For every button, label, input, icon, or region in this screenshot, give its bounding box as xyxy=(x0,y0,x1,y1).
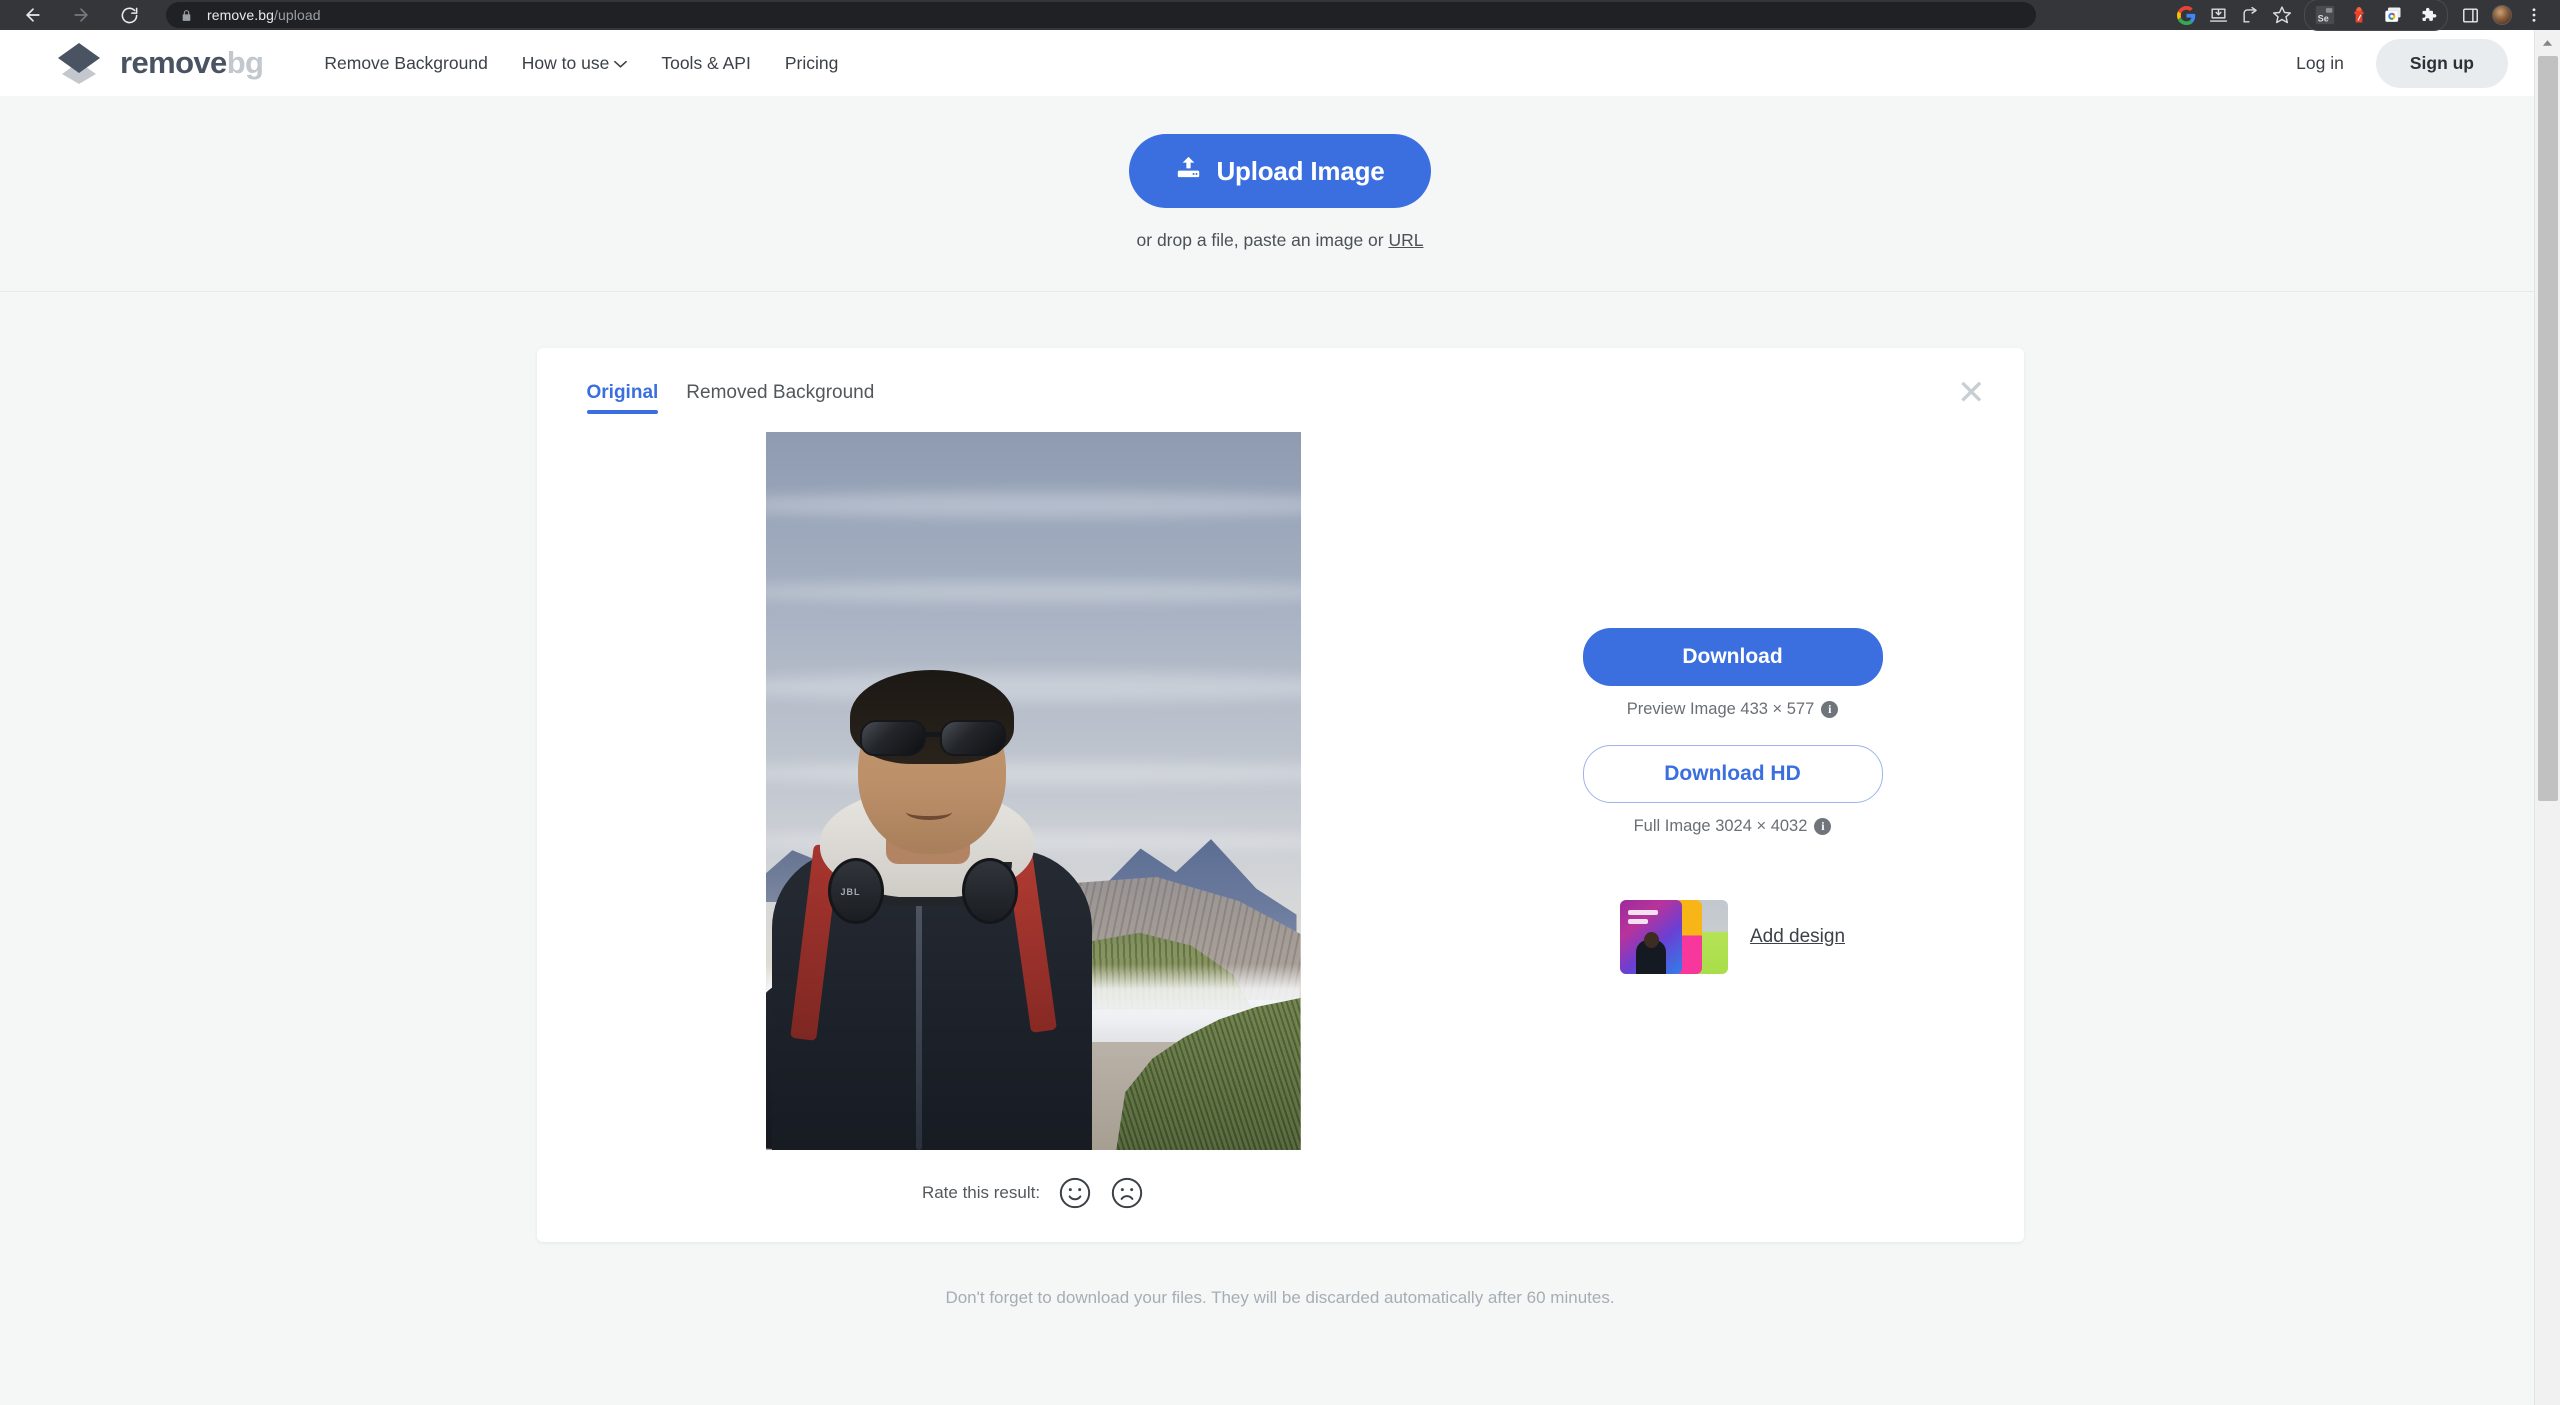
jacket-zipper xyxy=(915,900,922,1150)
tab-original[interactable]: Original xyxy=(586,382,658,414)
sad-face-icon[interactable] xyxy=(1110,1176,1144,1210)
lock-icon xyxy=(180,8,193,23)
nav-label: Tools & API xyxy=(661,52,751,73)
remove-bg-diamond-logo xyxy=(52,40,106,86)
forward-arrow-icon xyxy=(71,5,91,25)
url-host: remove.bg xyxy=(207,7,275,23)
nav-label: Pricing xyxy=(784,52,839,73)
url-text: remove.bg/upload xyxy=(207,7,321,23)
download-hd-button[interactable]: Download HD xyxy=(1582,745,1883,803)
main-navigation: Remove Background How to use Tools & API… xyxy=(307,53,855,74)
site-logo[interactable]: removebg xyxy=(52,40,264,86)
forward-button[interactable] xyxy=(58,1,104,29)
cloud-band xyxy=(765,492,1301,518)
site-header: removebg Remove Background How to use To… xyxy=(0,30,2560,96)
selenium-extension-icon[interactable]: Se xyxy=(2309,1,2341,29)
full-image-meta: Full Image 3024 × 4032 i xyxy=(1634,817,1832,836)
preview-column: JBL Rate this result: xyxy=(581,432,1486,1216)
nav-label: How to use xyxy=(521,52,610,73)
nav-item-how-to-use[interactable]: How to use xyxy=(505,53,645,74)
lens-right xyxy=(939,720,1006,756)
reload-icon xyxy=(120,6,139,25)
logo-text: removebg xyxy=(120,45,264,81)
svg-text:Se: Se xyxy=(2318,13,2329,23)
headphone-cup-left: JBL xyxy=(827,858,884,924)
drop-hint: or drop a file, paste an image or URL xyxy=(0,230,2560,251)
original-image-preview[interactable]: JBL xyxy=(765,432,1301,1150)
postman-extension-icon[interactable] xyxy=(2343,1,2375,29)
upload-image-button[interactable]: Upload Image xyxy=(1129,134,1431,208)
header-actions: Log in Sign up xyxy=(2274,38,2508,88)
extensions-puzzle-icon[interactable] xyxy=(2411,1,2443,29)
design-text-line xyxy=(1627,910,1658,915)
upload-button-label: Upload Image xyxy=(1216,155,1385,186)
result-tabs: Original Removed Background xyxy=(581,382,1980,414)
design-person-head xyxy=(1643,932,1659,948)
extensions-group: Se xyxy=(2304,0,2448,31)
add-design-link[interactable]: Add design xyxy=(1750,926,1845,948)
address-bar[interactable]: remove.bg/upload xyxy=(166,2,2036,28)
download-button[interactable]: Download xyxy=(1582,628,1883,686)
cloud-band xyxy=(765,672,1301,702)
result-card-body: JBL Rate this result: Download Preview I… xyxy=(581,432,1980,1216)
login-link[interactable]: Log in xyxy=(2274,53,2366,74)
url-path: /upload xyxy=(274,7,321,23)
back-arrow-icon xyxy=(23,5,43,25)
sunglasses-icon xyxy=(858,720,1008,758)
full-meta-text: Full Image 3024 × 4032 xyxy=(1633,817,1808,835)
design-text-line xyxy=(1627,919,1648,924)
avatar xyxy=(2492,5,2512,25)
mouth xyxy=(905,804,952,820)
rate-result-row: Rate this result: xyxy=(922,1176,1144,1216)
info-icon[interactable]: i xyxy=(1814,818,1832,835)
reload-button[interactable] xyxy=(106,1,152,29)
result-card: ✕ Original Removed Background JBL Rate t… xyxy=(536,348,2024,1242)
design-templates-thumbnail xyxy=(1619,900,1732,974)
headphone-brand-label: JBL xyxy=(840,887,861,897)
logo-text-primary: remove xyxy=(120,45,227,80)
scrollbar-thumb[interactable] xyxy=(2538,56,2558,801)
close-icon[interactable]: ✕ xyxy=(1957,376,1986,410)
page-scrollbar[interactable] xyxy=(2534,30,2560,1405)
scroll-up-arrow-icon[interactable] xyxy=(2535,30,2560,56)
upload-icon xyxy=(1175,154,1202,188)
info-icon[interactable]: i xyxy=(1821,701,1839,718)
tab-removed-background[interactable]: Removed Background xyxy=(686,382,874,414)
chrome-photos-extension-icon[interactable] xyxy=(2377,1,2409,29)
signup-button[interactable]: Sign up xyxy=(2375,38,2508,88)
downloads-icon[interactable] xyxy=(2202,1,2234,29)
bookmark-star-icon[interactable] xyxy=(2266,1,2298,29)
nav-label: Remove Background xyxy=(324,52,488,73)
headphone-cup-right xyxy=(961,858,1018,924)
side-panel-icon[interactable] xyxy=(2454,1,2486,29)
nav-item-tools-api[interactable]: Tools & API xyxy=(644,53,768,74)
profile-avatar[interactable] xyxy=(2486,1,2518,29)
share-icon[interactable] xyxy=(2234,1,2266,29)
logo-text-secondary: bg xyxy=(226,45,264,80)
google-icon[interactable] xyxy=(2170,1,2202,29)
upload-section: Upload Image or drop a file, paste an im… xyxy=(0,96,2560,292)
browser-nav-buttons xyxy=(10,1,152,29)
result-card-area: ✕ Original Removed Background JBL Rate t… xyxy=(0,292,2560,1242)
nav-item-remove-background[interactable]: Remove Background xyxy=(307,53,504,74)
download-column: Download Preview Image 433 × 577 i Downl… xyxy=(1486,432,1980,1216)
preview-meta-text: Preview Image 433 × 577 xyxy=(1626,700,1815,718)
url-upload-link[interactable]: URL xyxy=(1388,230,1423,250)
lens-left xyxy=(859,720,926,756)
drop-hint-text: or drop a file, paste an image or xyxy=(1136,230,1389,250)
chrome-menu-icon[interactable] xyxy=(2518,1,2550,29)
add-design-row[interactable]: Add design xyxy=(1619,900,1845,974)
browser-toolbar: remove.bg/upload Se xyxy=(0,0,2560,31)
back-button[interactable] xyxy=(10,1,56,29)
happy-face-icon[interactable] xyxy=(1058,1176,1092,1210)
browser-toolbar-icons: Se xyxy=(2170,0,2550,31)
chevron-down-icon xyxy=(614,53,628,74)
person-subject: JBL xyxy=(765,670,1096,1150)
design-card-1 xyxy=(1619,900,1682,974)
preview-image-meta: Preview Image 433 × 577 i xyxy=(1627,700,1839,719)
rate-label: Rate this result: xyxy=(921,1183,1041,1202)
cloud-band xyxy=(765,582,1301,602)
nav-item-pricing[interactable]: Pricing xyxy=(768,53,856,74)
footer-note: Don't forget to download your files. The… xyxy=(945,1288,1615,1307)
